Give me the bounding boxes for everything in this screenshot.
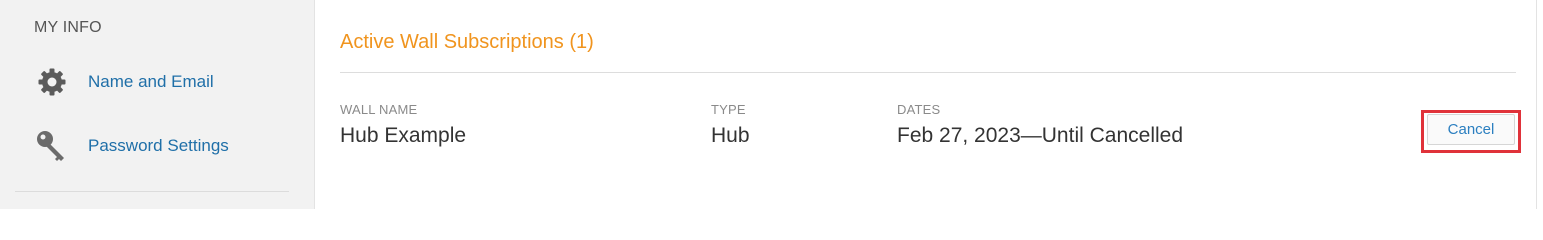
title-divider bbox=[340, 72, 1516, 73]
subscriptions-panel: Active Wall Subscriptions (1) WALL NAME … bbox=[315, 0, 1535, 209]
sidebar-item-label: Password Settings bbox=[88, 136, 229, 155]
sidebar-item-password-settings[interactable]: Password Settings bbox=[34, 128, 229, 164]
dates-column: DATES Feb 27, 2023—Until Cancelled bbox=[897, 102, 1183, 148]
key-icon bbox=[34, 128, 70, 164]
page: MY INFO Name and Email Password Settings… bbox=[0, 0, 1543, 209]
dates-value: Feb 27, 2023—Until Cancelled bbox=[897, 124, 1184, 147]
wall-name-column: WALL NAME Hub Example bbox=[340, 102, 466, 148]
type-column: TYPE Hub bbox=[711, 102, 750, 148]
type-header: TYPE bbox=[711, 102, 746, 117]
wall-name-value: Hub Example bbox=[340, 124, 467, 147]
cancel-button[interactable]: Cancel bbox=[1427, 114, 1515, 145]
dates-header: DATES bbox=[897, 102, 941, 117]
sidebar-heading: MY INFO bbox=[34, 19, 102, 36]
sidebar-item-name-and-email[interactable]: Name and Email bbox=[34, 64, 214, 100]
type-value: Hub bbox=[711, 124, 750, 147]
cancel-highlight-box: Cancel bbox=[1421, 110, 1521, 153]
section-title: Active Wall Subscriptions (1) bbox=[340, 31, 594, 53]
sidebar-divider bbox=[15, 191, 289, 192]
sidebar-item-label: Name and Email bbox=[88, 72, 214, 91]
panel-right-border bbox=[1536, 0, 1537, 209]
gear-icon bbox=[34, 64, 70, 100]
wall-name-header: WALL NAME bbox=[340, 102, 418, 117]
sidebar: MY INFO Name and Email Password Settings bbox=[0, 0, 315, 209]
